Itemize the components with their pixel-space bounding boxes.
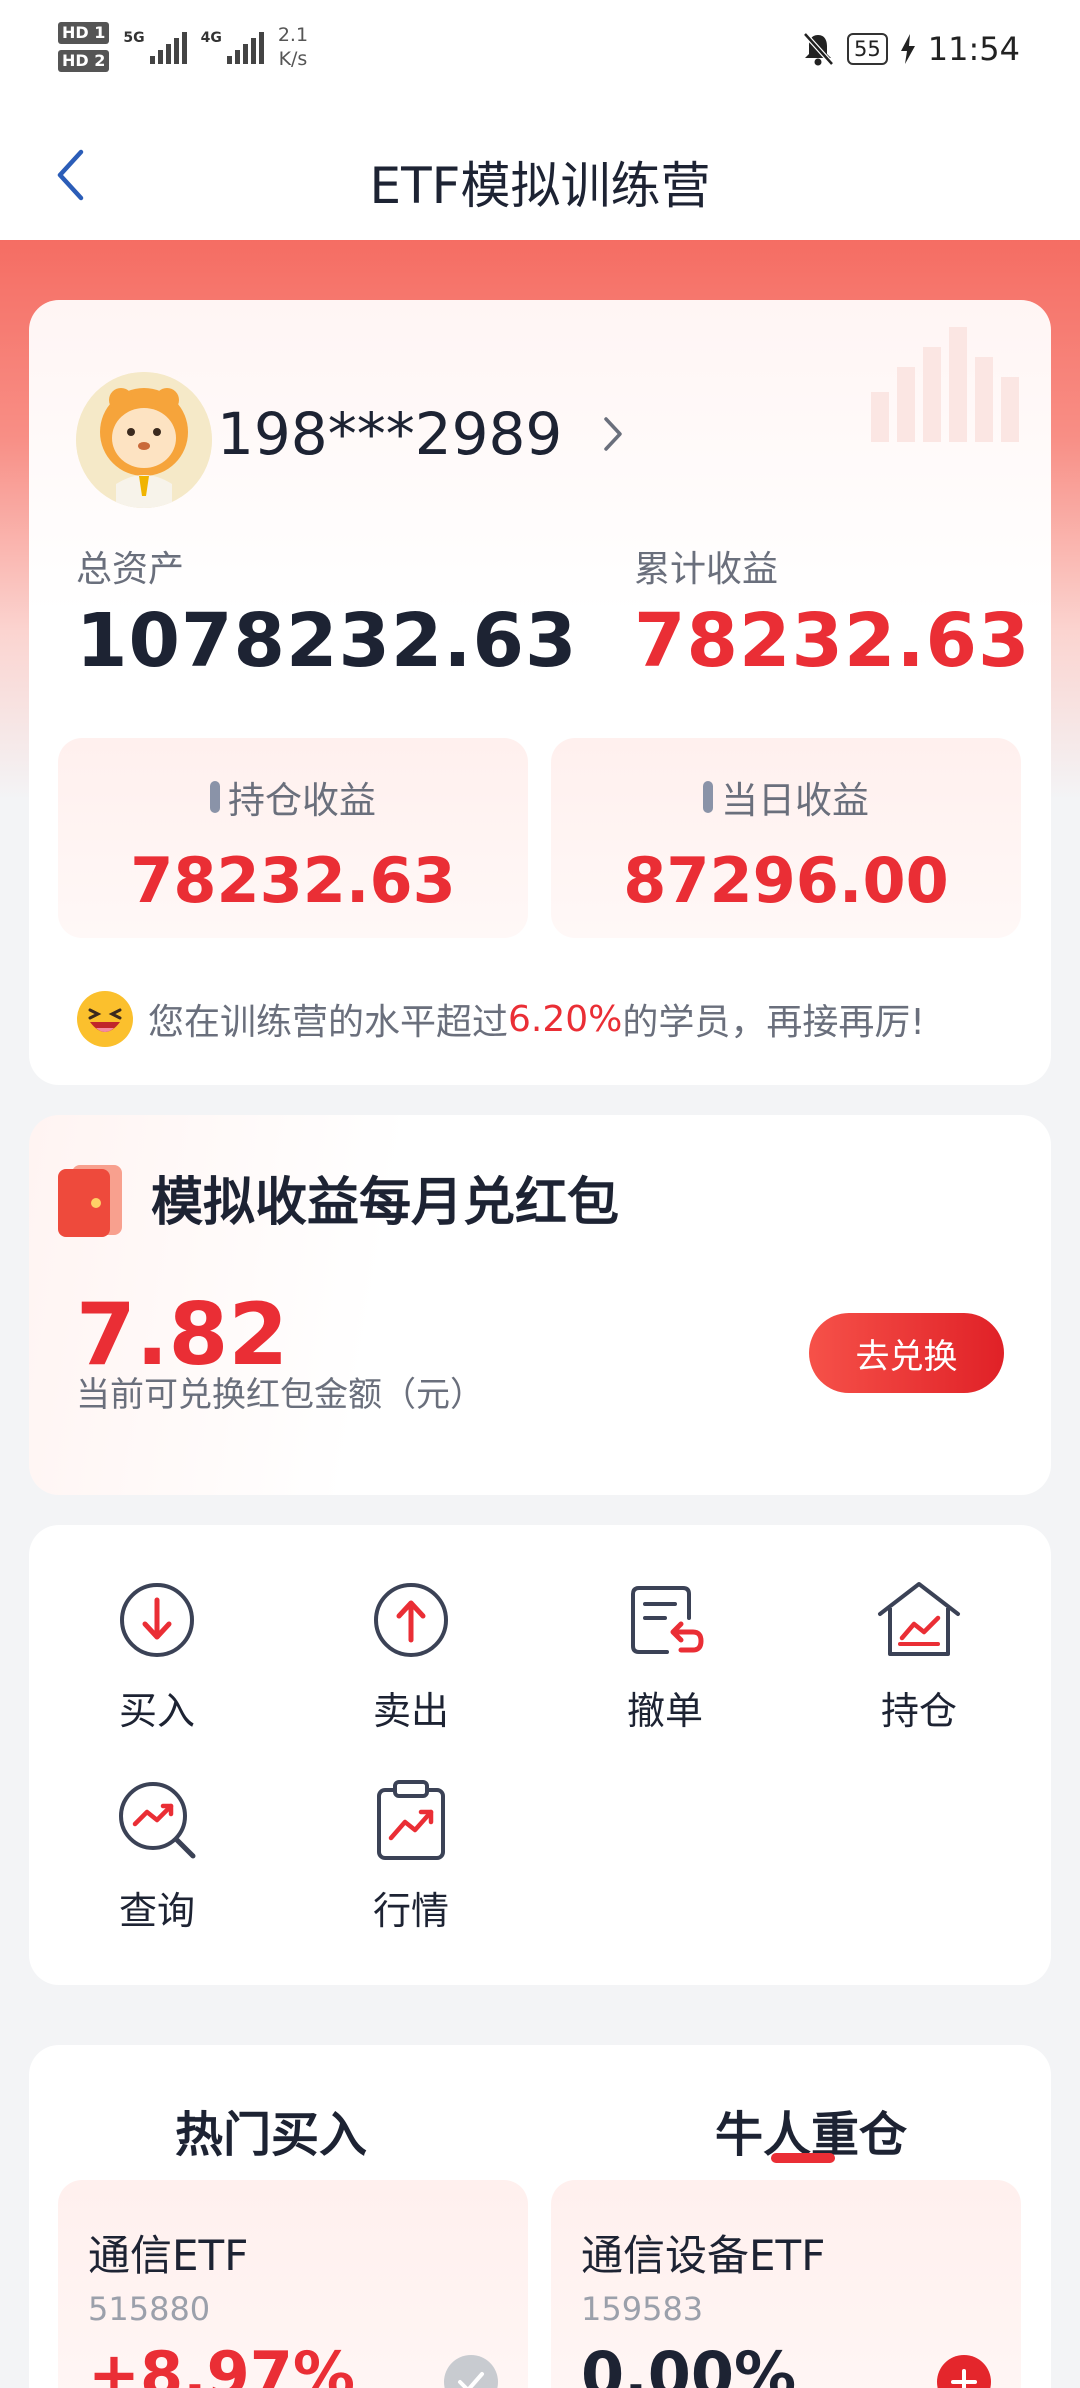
market-clipboard-icon: [377, 1780, 445, 1860]
cancel-order-button[interactable]: 撤单: [585, 1570, 745, 1735]
etf-code: 515880: [88, 2290, 211, 2328]
status-right: 55 11:54: [801, 30, 1020, 68]
sell-arrow-up-icon: [374, 1583, 448, 1657]
signal-5g-icon: 5G: [123, 30, 187, 64]
redeem-button[interactable]: 去兑换: [809, 1313, 1004, 1393]
query-label: 查询: [118, 1889, 195, 1933]
market-label: 行情: [372, 1889, 449, 1933]
laughing-emoji-icon: [77, 991, 133, 1047]
label-bar-icon: [703, 781, 713, 813]
bar-chart-decoration-icon: [871, 327, 1019, 442]
avatar[interactable]: [76, 372, 212, 508]
account-card: 198***2989 总资产 1078232.63 累计收益 78232.63 …: [29, 300, 1051, 1085]
hd1-badge: HD 1: [58, 22, 110, 44]
status-left: HD 1 HD 2 5G 4G 2.1 K/s: [58, 22, 308, 72]
query-search-icon: [119, 1782, 196, 1859]
buy-button[interactable]: 买入: [77, 1570, 237, 1735]
check-circle-icon[interactable]: [444, 2355, 498, 2388]
tab-hot-buy[interactable]: 热门买入: [175, 2095, 367, 2165]
etf-name: 通信ETF: [88, 2231, 249, 2280]
etf-change: +8.97%: [88, 2338, 356, 2388]
red-packet-icon: [58, 1165, 122, 1237]
buy-arrow-down-icon: [120, 1583, 194, 1657]
function-grid: 买入 卖出 撤单 持仓 查询 行情: [29, 1525, 1051, 1985]
battery-indicator: 55: [847, 33, 888, 65]
red-packet-title: 模拟收益每月兑红包: [151, 1173, 620, 1233]
daily-profit-box: 当日收益 87296.00: [551, 738, 1021, 938]
holdings-button[interactable]: 持仓: [839, 1570, 999, 1735]
tip-suffix: 的学员，再接再厉!: [622, 1002, 925, 1043]
market-button[interactable]: 行情: [331, 1770, 491, 1935]
charging-bolt-icon: [900, 34, 915, 64]
user-id: 198***2989: [217, 400, 563, 468]
lion-avatar-icon: [76, 372, 212, 508]
bell-off-icon: [803, 32, 834, 66]
etf-change: 0.00%: [581, 2338, 797, 2388]
total-assets-label: 总资产: [76, 549, 185, 590]
etf-name: 通信设备ETF: [581, 2231, 826, 2280]
nav-bar: ETF模拟训练营: [0, 110, 1080, 240]
signal-4g-icon: 4G: [201, 30, 264, 64]
daily-profit-value: 87296.00: [623, 844, 949, 917]
net1-label: 5G: [123, 30, 145, 46]
sell-button[interactable]: 卖出: [331, 1570, 491, 1735]
page-title: ETF模拟训练营: [369, 157, 711, 215]
chevron-right-icon: [604, 417, 623, 451]
holding-profit-box: 持仓收益 78232.63: [58, 738, 528, 938]
total-assets-value: 1078232.63: [76, 598, 578, 684]
etf-item[interactable]: 通信设备ETF 159583 0.00%: [551, 2180, 1021, 2388]
cumulative-profit-value: 78232.63: [634, 598, 1031, 684]
holdings-house-icon: [878, 1582, 960, 1656]
network-speed: 2.1 K/s: [278, 23, 308, 71]
hd2-badge: HD 2: [58, 50, 110, 72]
buy-label: 买入: [118, 1689, 195, 1733]
active-tab-indicator: [771, 2153, 835, 2163]
tip-prefix: 您在训练营的水平超过: [148, 1002, 509, 1043]
holding-profit-label: 持仓收益: [228, 779, 376, 822]
red-packet-card: 模拟收益每月兑红包 7.82 当前可兑换红包金额（元） 去兑换: [29, 1115, 1051, 1495]
cancel-order-icon: [631, 1586, 704, 1654]
red-packet-amount-label: 当前可兑换红包金额（元）: [76, 1375, 484, 1415]
etf-code: 159583: [581, 2290, 704, 2328]
sell-label: 卖出: [372, 1689, 449, 1733]
daily-profit-label: 当日收益: [721, 779, 869, 822]
speed-value: 2.1: [277, 24, 309, 46]
tip-percent: 6.20%: [508, 998, 623, 1040]
cancel-order-label: 撤单: [626, 1689, 703, 1733]
speed-unit: K/s: [278, 48, 308, 70]
query-button[interactable]: 查询: [77, 1770, 237, 1935]
clock: 11:54: [927, 30, 1020, 68]
ranking-tip: 您在训练营的水平超过 6.20% 的学员，再接再厉!: [76, 990, 925, 1048]
user-profile-row[interactable]: 198***2989: [217, 400, 624, 468]
cumulative-profit-label: 累计收益: [634, 549, 779, 590]
holding-profit-value: 78232.63: [130, 844, 456, 917]
etf-item[interactable]: 通信ETF 515880 +8.97%: [58, 2180, 528, 2388]
net2-label: 4G: [200, 30, 222, 46]
status-bar: HD 1 HD 2 5G 4G 2.1 K/s 55 11:54: [0, 0, 1080, 110]
holdings-label: 持仓: [880, 1689, 957, 1733]
etf-lists-card: 热门买入 牛人重仓 通信ETF 515880 +8.97% 通信设备ETF 15…: [29, 2045, 1051, 2388]
label-bar-icon: [210, 781, 220, 813]
add-circle-icon[interactable]: [937, 2355, 991, 2388]
